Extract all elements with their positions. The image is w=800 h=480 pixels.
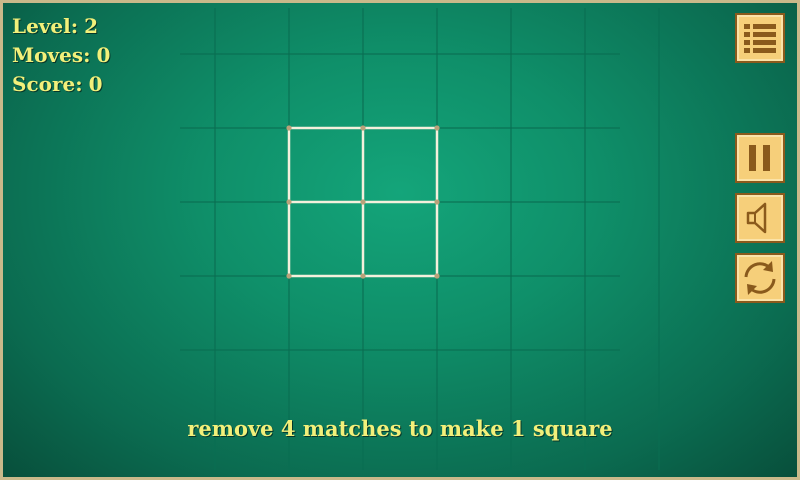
match-head — [434, 199, 440, 205]
match-head — [286, 273, 292, 279]
pause-icon — [749, 145, 770, 171]
match-head — [434, 273, 440, 279]
score-value: 0 — [88, 72, 103, 96]
moves-indicator: Moves: 0 — [12, 45, 110, 65]
level-indicator: Level: 2 — [12, 16, 98, 36]
match-head — [360, 125, 366, 131]
score-label: Score: — [12, 72, 83, 96]
sound-button[interactable] — [735, 193, 785, 243]
match-head — [286, 125, 292, 131]
menu-button[interactable] — [735, 13, 785, 63]
game-screen: Level: 2 Moves: 0 Score: 0 remove 4 matc… — [0, 0, 800, 480]
speaker-icon — [746, 202, 767, 234]
menu-list-icon — [744, 24, 776, 53]
restart-icon — [744, 261, 776, 295]
restart-button[interactable] — [735, 253, 785, 303]
moves-value: 0 — [96, 43, 111, 67]
puzzle-board — [180, 8, 660, 470]
level-value: 2 — [84, 14, 99, 38]
matchstick-grid — [286, 125, 440, 279]
objective-text: remove 4 matches to make 1 square — [187, 416, 613, 441]
pause-button[interactable] — [735, 133, 785, 183]
match-head — [360, 199, 366, 205]
background-grid — [180, 8, 660, 470]
match-head — [434, 125, 440, 131]
moves-label: Moves: — [12, 43, 91, 67]
level-label: Level: — [12, 14, 79, 38]
match-head — [286, 199, 292, 205]
score-indicator: Score: 0 — [12, 74, 103, 94]
match-head — [360, 273, 366, 279]
